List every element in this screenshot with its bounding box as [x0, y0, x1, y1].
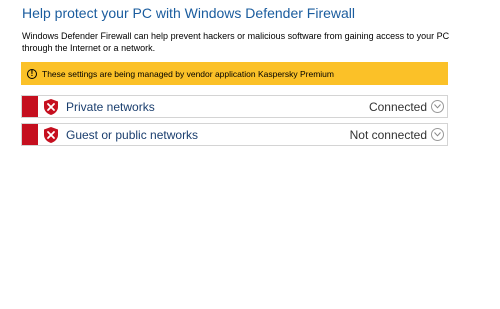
warning-icon: ! [27, 68, 37, 79]
network-status: Not connected [349, 127, 427, 142]
managed-by-vendor-banner: ! These settings are being managed by ve… [21, 62, 448, 85]
shield-error-icon [44, 126, 58, 143]
banner-text: These settings are being managed by vend… [42, 68, 334, 79]
status-bar [22, 96, 38, 117]
network-row-private[interactable]: Private networks Connected [21, 95, 448, 118]
network-label: Private networks [66, 99, 155, 114]
network-status: Connected [368, 99, 427, 114]
page-title: Help protect your PC with Windows Defend… [22, 5, 356, 21]
chevron-down-icon[interactable] [431, 100, 444, 113]
shield-error-icon [44, 98, 58, 115]
firewall-description: Windows Defender Firewall can help preve… [22, 31, 450, 53]
network-label: Guest or public networks [66, 127, 199, 142]
network-row-public[interactable]: Guest or public networks Not connected [21, 123, 448, 146]
status-bar [22, 124, 38, 145]
chevron-down-icon[interactable] [431, 128, 444, 141]
